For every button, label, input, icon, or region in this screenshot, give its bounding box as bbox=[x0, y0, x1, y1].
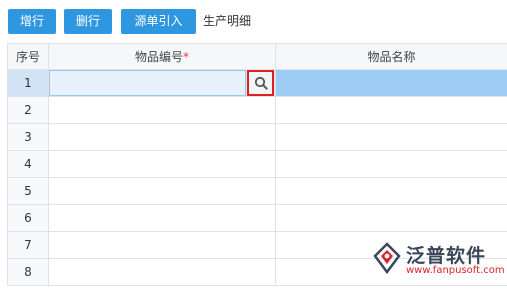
row-index: 8 bbox=[7, 259, 49, 286]
table-row[interactable]: 5 bbox=[7, 178, 507, 205]
item-code-cell[interactable] bbox=[49, 97, 276, 124]
row-index: 5 bbox=[7, 178, 49, 205]
column-header-label: 物品名称 bbox=[367, 50, 416, 64]
row-index: 7 bbox=[7, 232, 49, 259]
row-index: 4 bbox=[7, 151, 49, 178]
fanpu-logo-icon bbox=[373, 242, 401, 274]
section-title: 生产明细 bbox=[203, 14, 252, 28]
table-header: 序号 物品编号* 物品名称 bbox=[7, 43, 507, 70]
item-code-cell[interactable] bbox=[49, 151, 276, 178]
item-name-cell[interactable] bbox=[276, 178, 507, 205]
watermark-url: www.fanpusoft.com bbox=[406, 265, 505, 276]
item-name-cell[interactable] bbox=[276, 124, 507, 151]
table-row[interactable]: 4 bbox=[7, 151, 507, 178]
column-header-item-code[interactable]: 物品编号* bbox=[49, 43, 276, 70]
brand-watermark: 泛普软件 www.fanpusoft.com bbox=[370, 240, 505, 282]
toolbar: 增行 删行 源单引入 生产明细 bbox=[0, 0, 507, 43]
item-code-cell[interactable] bbox=[49, 205, 276, 232]
table-row[interactable]: 1 bbox=[7, 70, 507, 97]
watermark-brand: 泛普软件 bbox=[406, 245, 487, 267]
item-name-cell[interactable] bbox=[276, 70, 507, 97]
table-row[interactable]: 2 bbox=[7, 97, 507, 124]
item-name-cell[interactable] bbox=[276, 205, 507, 232]
column-header-index[interactable]: 序号 bbox=[7, 43, 49, 70]
row-index: 1 bbox=[7, 70, 49, 97]
add-row-button[interactable]: 增行 bbox=[8, 9, 56, 34]
item-code-cell[interactable] bbox=[49, 232, 276, 259]
item-code-cell[interactable] bbox=[49, 70, 276, 97]
item-code-cell[interactable] bbox=[49, 178, 276, 205]
column-header-label: 序号 bbox=[15, 50, 40, 64]
item-code-cell[interactable] bbox=[49, 124, 276, 151]
item-lookup-button[interactable] bbox=[247, 70, 274, 96]
search-icon bbox=[254, 76, 268, 90]
table-row[interactable]: 6 bbox=[7, 205, 507, 232]
item-name-cell[interactable] bbox=[276, 97, 507, 124]
row-index: 2 bbox=[7, 97, 49, 124]
item-name-cell[interactable] bbox=[276, 151, 507, 178]
table-row[interactable]: 3 bbox=[7, 124, 507, 151]
row-index: 6 bbox=[7, 205, 49, 232]
required-marker: * bbox=[183, 50, 189, 64]
item-code-input[interactable] bbox=[49, 70, 246, 96]
column-header-item-name[interactable]: 物品名称 bbox=[276, 43, 507, 70]
delete-row-button[interactable]: 删行 bbox=[64, 9, 112, 34]
row-index: 3 bbox=[7, 124, 49, 151]
column-header-label: 物品编号 bbox=[134, 50, 183, 64]
source-import-button[interactable]: 源单引入 bbox=[121, 9, 196, 34]
item-code-cell[interactable] bbox=[49, 259, 276, 286]
